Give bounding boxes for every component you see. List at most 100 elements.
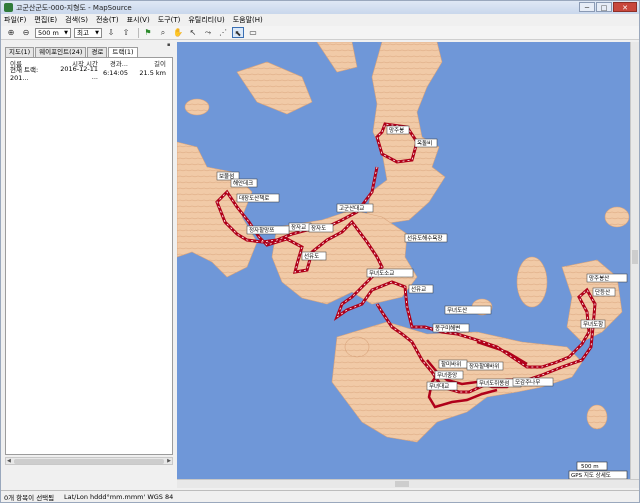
zoom-select[interactable]: 500 m ▼	[35, 27, 71, 38]
close-button[interactable]: ✕	[613, 2, 637, 12]
window-title: 고군산군도-000-지형도 - MapSource	[16, 3, 132, 12]
list-scrollbar[interactable]: ◀ ▶	[5, 457, 173, 465]
maximize-button[interactable]: □	[596, 2, 612, 12]
waypoint-23[interactable]: 무녀도항	[580, 319, 606, 329]
tab-maps[interactable]: 지도(1)	[5, 47, 35, 57]
detail-indicator: GPS 지도 상세도	[568, 470, 628, 479]
waypoint-label: 무녀도쥐똥섬	[479, 379, 509, 387]
menu-transfer[interactable]: 전송(T)	[96, 15, 119, 25]
waypoint-16[interactable]: 장자할매바위	[466, 361, 504, 371]
waypoint-20[interactable]: 모감주나무	[512, 377, 554, 387]
scroll-thumb[interactable]	[395, 481, 409, 487]
scroll-thumb[interactable]	[632, 250, 638, 264]
toolbar-separator	[138, 27, 139, 38]
waypoint-label: 장자할매바위	[469, 362, 499, 370]
waypoint-4[interactable]: 대장도산책로	[236, 193, 280, 203]
menu-utilities[interactable]: 유틸리티(U)	[188, 15, 224, 25]
waypoint-7[interactable]: 장자도	[308, 223, 334, 233]
menu-search[interactable]: 검색(S)	[65, 15, 88, 25]
app-icon	[4, 3, 13, 12]
waypoint-label: 선유도해수욕장	[407, 234, 442, 242]
waypoint-9[interactable]: 선유도	[301, 251, 327, 261]
waypoint-label: 정자할망쯔	[249, 226, 274, 234]
waypoint-12[interactable]: 선유교	[408, 284, 434, 294]
route-tool-icon[interactable]: ⤳	[202, 27, 214, 38]
zoom-out-icon[interactable]: ⊖	[20, 27, 32, 38]
send-device-icon[interactable]: ⇧	[120, 27, 132, 38]
receive-device-icon[interactable]: ⇩	[105, 27, 117, 38]
col-elapsed[interactable]: 경과...	[98, 58, 128, 68]
waypoint-11[interactable]: 무녀도소교	[366, 268, 414, 278]
zoom-tool-icon[interactable]: ⌕	[157, 27, 169, 38]
waypoint-15[interactable]: 할미바위	[438, 359, 468, 369]
waypoint-0[interactable]: 망주봉	[386, 125, 410, 135]
waypoint-label: 고군산대교	[339, 204, 364, 212]
zoom-select-value: 500 m	[38, 28, 59, 37]
menu-view[interactable]: 표시(V)	[127, 15, 150, 25]
menu-tools[interactable]: 도구(T)	[158, 15, 181, 25]
waypoint-label: 망주봉	[389, 127, 404, 134]
chevron-down-icon: ▼	[64, 29, 68, 36]
select-tool-icon[interactable]: ↖	[187, 27, 199, 38]
tab-waypoints[interactable]: 웨이포인트(24)	[35, 47, 87, 57]
menu-bar: 파일(F) 편집(E) 검색(S) 전송(T) 표시(V) 도구(T) 유틸리티…	[1, 14, 639, 26]
menu-file[interactable]: 파일(F)	[4, 15, 26, 25]
map-vertical-scrollbar[interactable]	[630, 42, 639, 479]
waypoint-label: 모감주나무	[515, 378, 540, 386]
waypoint-label: 무녀도산	[447, 306, 467, 314]
waypoint-8[interactable]: 정자할망쯔	[246, 225, 290, 235]
pan-tool-icon[interactable]: ✋	[172, 27, 184, 38]
waypoint-tool-icon[interactable]: ⚑	[142, 27, 154, 38]
list-item[interactable]: 현재 트랙: 201... 2016-12-11 ... 6:14:05 21.…	[6, 65, 172, 82]
waypoint-22[interactable]: 단등산	[592, 287, 616, 297]
scroll-left-icon[interactable]: ◀	[7, 458, 11, 464]
selection-status: 0개 항목이 선택됨	[4, 493, 55, 502]
map-horizontal-scrollbar[interactable]	[177, 479, 639, 488]
status-bar: 0개 항목이 선택됨 Lat/Lon hddd°mm.mmm' WGS 84	[1, 490, 639, 502]
detail-select[interactable]: 최고 ▼	[74, 27, 102, 38]
waypoint-14[interactable]: 몽구미해변	[432, 323, 470, 333]
menu-edit[interactable]: 편집(E)	[34, 15, 57, 25]
minimize-button[interactable]: ─	[579, 2, 595, 12]
waypoint-17[interactable]: 무녀중앙	[434, 370, 464, 380]
map-view[interactable]: 망주봉 옥돌비 보물섬 해안데크 대장도산책로 고군산대교 장자교 장자도 정자…	[177, 42, 630, 479]
col-length[interactable]: 길이	[128, 58, 166, 68]
toolbar: ⊕ ⊖ 500 m ▼ 최고 ▼ ⇩ ⇧ ⚑ ⌕ ✋ ↖ ⤳ ⋰ ⬉ ▭	[1, 26, 639, 40]
menu-help[interactable]: 도움말(H)	[233, 15, 263, 25]
waypoint-label: 무녀도소교	[369, 269, 394, 277]
track-start: 2016-12-11 ...	[60, 64, 98, 81]
detail-label: GPS 지도 상세도	[571, 471, 611, 479]
waypoint-13[interactable]: 무녀도산	[444, 305, 492, 315]
waypoint-label: 선유도	[304, 252, 319, 260]
waypoint-18[interactable]: 무녀대교	[426, 381, 458, 391]
waypoint-label: 무녀도항	[583, 320, 603, 328]
tab-routes[interactable]: 경로	[87, 47, 108, 57]
waypoint-1[interactable]: 옥돌비	[414, 138, 438, 148]
scroll-right-icon[interactable]: ▶	[167, 458, 171, 464]
waypoint-21[interactable]: 망주봉산	[586, 273, 628, 283]
waypoint-label: 단등산	[595, 288, 610, 296]
waypoint-label: 장자도	[311, 224, 326, 232]
app-window: 고군산군도-000-지형도 - MapSource ─ □ ✕ 파일(F) 편집…	[0, 0, 640, 503]
pin-icon[interactable]: ▪	[167, 42, 173, 48]
zoom-in-icon[interactable]: ⊕	[5, 27, 17, 38]
islands	[177, 42, 630, 443]
waypoint-5[interactable]: 고군산대교	[336, 203, 374, 213]
waypoint-3[interactable]: 해안데크	[230, 178, 258, 188]
scroll-thumb[interactable]	[14, 459, 164, 464]
title-bar: 고군산군도-000-지형도 - MapSource ─ □ ✕	[1, 1, 639, 14]
waypoint-6[interactable]: 장자교	[288, 222, 312, 232]
waypoint-label: 망주봉산	[589, 274, 609, 282]
waypoint-label: 몽구미해변	[435, 324, 460, 332]
waypoint-10[interactable]: 선유도해수욕장	[404, 233, 448, 243]
measure-tool-icon[interactable]: ▭	[247, 27, 259, 38]
map-canvas[interactable]: 망주봉 옥돌비 보물섬 해안데크 대장도산책로 고군산대교 장자교 장자도 정자…	[177, 42, 630, 479]
waypoint-label: 무녀대교	[429, 382, 449, 390]
waypoint-label: 선유교	[411, 285, 426, 293]
detail-select-value: 최고	[77, 28, 89, 37]
track-list: 이름 시작 시간 경과... 길이 현재 트랙: 201... 2016-12-…	[5, 57, 173, 455]
arrow-tool-icon[interactable]: ⬉	[232, 27, 244, 38]
waypoint-label: 옥돌비	[417, 139, 432, 147]
panel-tabs: 지도(1) 웨이포인트(24) 경로 트랙(1)	[5, 47, 139, 58]
track-tool-icon[interactable]: ⋰	[217, 27, 229, 38]
